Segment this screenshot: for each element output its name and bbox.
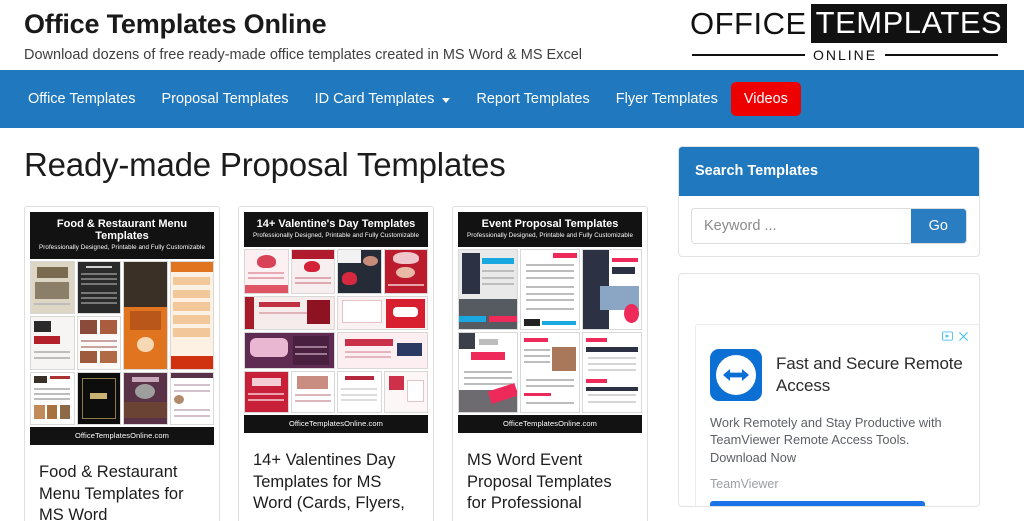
preview-tile: [244, 296, 335, 330]
advertisement-card: Fast and Secure Remote Access Work Remot…: [678, 273, 980, 507]
preview-tile: [520, 331, 580, 413]
ad-controls: [942, 331, 969, 342]
preview-tile: [244, 331, 335, 370]
preview-tile: [582, 331, 642, 413]
nav-item-report-templates[interactable]: Report Templates: [463, 83, 602, 115]
template-card[interactable]: 14+ Valentine's Day Templates Profession…: [238, 205, 434, 521]
preview-tile: [337, 371, 382, 413]
ad-content[interactable]: Fast and Secure Remote Access Work Remot…: [695, 324, 979, 506]
nav-item-proposal-templates[interactable]: Proposal Templates: [148, 83, 301, 115]
thumbnail-preview-grid: [458, 246, 642, 415]
card-title[interactable]: MS Word Event Proposal Templates for Pro…: [453, 438, 647, 521]
thumbnail-subtitle: Professionally Designed, Printable and F…: [253, 232, 419, 240]
template-thumbnail: Event Proposal Templates Professionally …: [453, 206, 647, 438]
thumbnail-preview-grid: [244, 246, 428, 415]
preview-tile: [169, 260, 214, 370]
thumbnail-header: Event Proposal Templates Professionally …: [458, 211, 642, 247]
thumbnail-footer: OfficeTemplatesOnline.com: [244, 414, 428, 433]
nav-item-office-templates[interactable]: Office Templates: [24, 83, 148, 115]
thumbnail-preview-grid: [30, 258, 214, 427]
ad-headline: Fast and Secure Remote Access: [776, 354, 963, 395]
preview-tile: [30, 316, 75, 370]
logo-rule-right: [885, 54, 998, 56]
preview-tile: [582, 248, 642, 330]
search-widget-body: Go: [679, 196, 979, 256]
logo-templates-text: TEMPLATES: [810, 4, 1008, 43]
preview-tile: [290, 248, 335, 295]
ad-cta-button[interactable]: [710, 500, 925, 506]
nav-label: Flyer Templates: [615, 91, 718, 107]
preview-tile: [337, 331, 428, 370]
content-column: Ready-made Proposal Templates Food & Res…: [24, 146, 656, 521]
thumbnail-footer: OfficeTemplatesOnline.com: [30, 426, 214, 445]
thumbnail-subtitle: Professionally Designed, Printable and F…: [467, 232, 633, 240]
preview-tile: [76, 316, 121, 370]
thumbnail-header: Food & Restaurant Menu Templates Profess…: [30, 211, 214, 259]
preview-tile: [30, 260, 75, 315]
search-form: Go: [691, 208, 967, 244]
preview-tile: [290, 371, 335, 413]
preview-tile: [383, 248, 428, 295]
search-templates-widget: Search Templates Go: [678, 146, 980, 257]
preview-tile: [123, 371, 168, 425]
preview-tile: [337, 296, 428, 330]
search-input[interactable]: [692, 209, 911, 243]
site-header: Office Templates Online Download dozens …: [0, 0, 1024, 70]
logo-rule-left: [692, 54, 805, 56]
double-arrow-icon: [723, 369, 749, 381]
thumbnail-title: Event Proposal Templates: [481, 217, 619, 230]
preview-tile: [30, 371, 75, 425]
nav-item-flyer-templates[interactable]: Flyer Templates: [603, 83, 731, 115]
template-card[interactable]: Event Proposal Templates Professionally …: [452, 205, 648, 521]
nav-label: Office Templates: [28, 91, 136, 107]
logo-office-text: OFFICE: [690, 5, 807, 41]
preview-tile: [520, 248, 580, 330]
page-title: Ready-made Proposal Templates: [24, 146, 506, 183]
nav-item-videos[interactable]: Videos: [730, 82, 801, 116]
search-widget-heading: Search Templates: [679, 147, 979, 196]
nav-label: ID Card Templates: [314, 91, 435, 107]
chevron-down-icon: [442, 97, 451, 103]
card-title[interactable]: Food & Restaurant Menu Templates for MS …: [25, 450, 219, 521]
template-card[interactable]: Food & Restaurant Menu Templates Profess…: [24, 205, 220, 521]
preview-tile: [169, 371, 214, 425]
preview-tile: [123, 260, 168, 370]
card-title[interactable]: 14+ Valentines Day Templates for MS Word…: [239, 438, 433, 521]
ad-brand-name: TeamViewer: [710, 476, 779, 491]
teamviewer-logo-icon: [710, 349, 762, 401]
template-thumbnail: 14+ Valentine's Day Templates Profession…: [239, 206, 433, 438]
preview-tile: [76, 371, 121, 425]
nav-item-id-card-templates[interactable]: ID Card Templates: [302, 83, 464, 115]
sidebar: Search Templates Go: [678, 146, 980, 521]
logo-wordmark: OFFICE TEMPLATES: [690, 4, 1008, 43]
ad-header: Fast and Secure Remote Access: [710, 349, 965, 401]
main-navigation: Office Templates Proposal Templates ID C…: [0, 70, 1024, 128]
preview-tile: [244, 371, 289, 413]
template-card-row: Food & Restaurant Menu Templates Profess…: [24, 205, 656, 521]
thumbnail-header: 14+ Valentine's Day Templates Profession…: [244, 211, 428, 247]
preview-tile: [76, 260, 121, 315]
page-root: Office Templates Online Download dozens …: [0, 0, 1024, 521]
thumbnail-footer: OfficeTemplatesOnline.com: [458, 414, 642, 433]
thumbnail-title: 14+ Valentine's Day Templates: [256, 217, 416, 230]
site-logo[interactable]: OFFICE TEMPLATES ONLINE: [690, 4, 1008, 63]
search-go-button[interactable]: Go: [910, 209, 966, 243]
close-icon[interactable]: [958, 331, 969, 342]
preview-tile: [458, 331, 518, 413]
ad-body-text: Work Remotely and Stay Productive with T…: [710, 415, 942, 465]
logo-online-row: ONLINE: [690, 47, 1000, 63]
thumbnail-subtitle: Professionally Designed, Printable and F…: [39, 244, 205, 252]
main-area: Ready-made Proposal Templates Food & Res…: [0, 128, 1024, 521]
adchoices-icon[interactable]: [942, 331, 953, 342]
preview-tile: [383, 371, 428, 413]
nav-label: Proposal Templates: [161, 91, 289, 107]
nav-label: Report Templates: [476, 91, 590, 107]
template-thumbnail: Food & Restaurant Menu Templates Profess…: [25, 206, 219, 450]
preview-tile: [337, 248, 382, 295]
preview-tile: [458, 248, 518, 330]
preview-tile: [244, 248, 289, 295]
nav-label: Videos: [743, 91, 788, 107]
logo-online-text: ONLINE: [812, 47, 878, 63]
thumbnail-title: Food & Restaurant Menu Templates: [56, 217, 188, 243]
